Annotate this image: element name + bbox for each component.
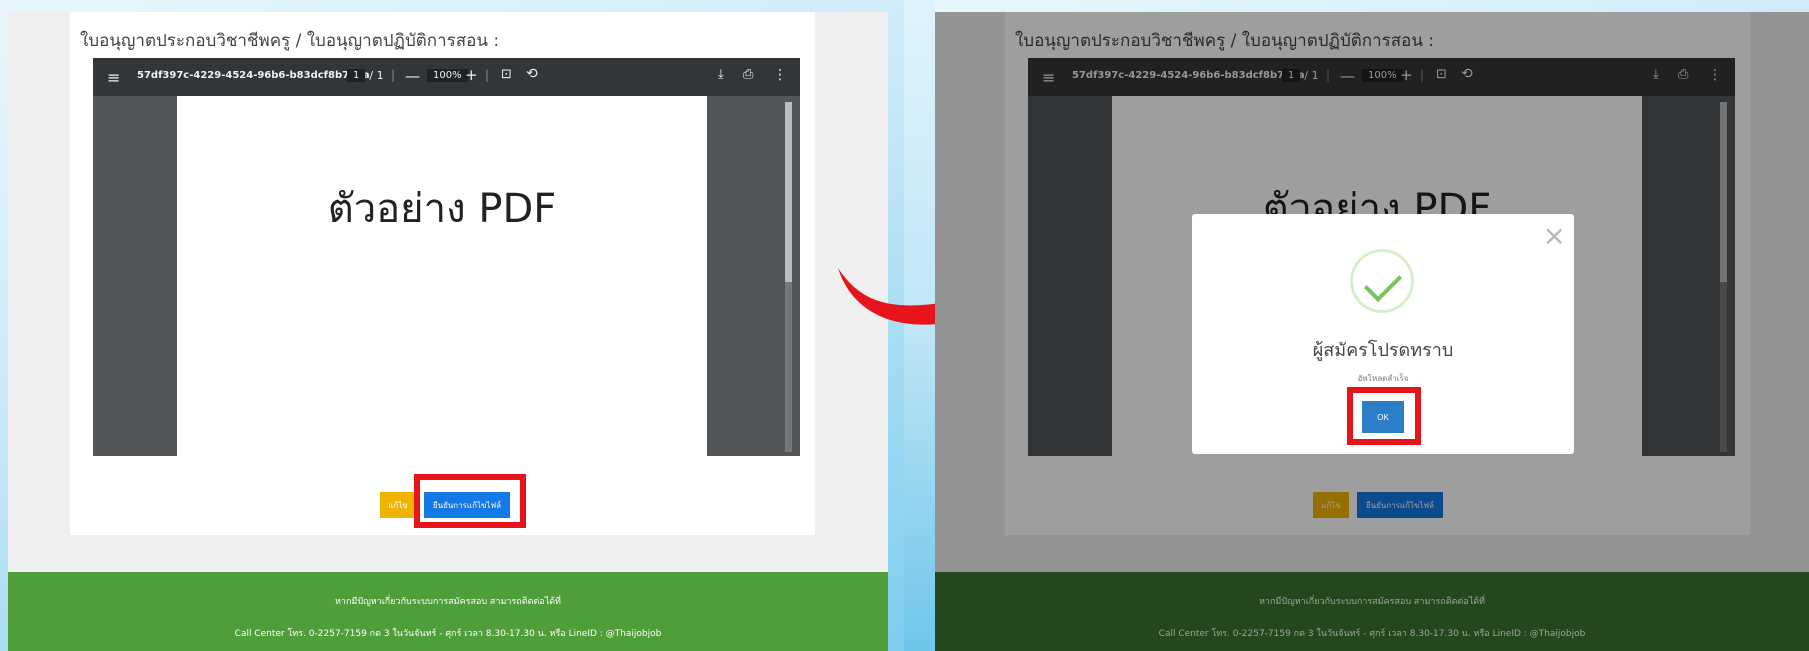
minus-icon[interactable]: — <box>405 67 420 85</box>
page-indicator: 1 / 1 <box>347 69 384 82</box>
viewer-scrollbar[interactable] <box>785 102 792 452</box>
dialog-message: อัพโหลดสำเร็จ <box>1357 374 1409 383</box>
pdf-sample-text: ตัวอย่าง PDF <box>327 186 557 232</box>
close-icon[interactable]: × <box>1543 219 1566 252</box>
pdf-filename: 57df397c-4229-4524-96b6-b83dcf8b72ea <box>137 70 370 81</box>
toolbar-divider: | <box>391 68 396 82</box>
highlight-box <box>1347 387 1421 445</box>
pdf-viewer: ≡ 57df397c-4229-4524-96b6-b83dcf8b72ea 1… <box>93 58 800 456</box>
plus-icon[interactable]: + <box>465 66 478 84</box>
highlight-box <box>414 474 526 528</box>
download-icon[interactable]: ⤓ <box>718 67 724 82</box>
page-input[interactable]: 1 <box>347 69 366 82</box>
more-icon[interactable]: ⋮ <box>773 67 787 83</box>
after-panel: ใบอนุญาตประกอบวิชาชีพครู / ใบอนุญาตปฏิบั… <box>935 0 1809 651</box>
fit-icon[interactable]: ⊡ <box>501 67 512 82</box>
before-panel: ใบอนุญาตประกอบวิชาชีพครู / ใบอนุญาตปฏิบั… <box>0 0 904 651</box>
menu-icon[interactable]: ≡ <box>107 68 120 87</box>
zoom-input[interactable]: 100% <box>427 69 468 82</box>
footer: หากมีปัญหาเกี่ยวกับระบบการสมัครสอบ สามาร… <box>8 572 888 651</box>
pdf-toolbar: ≡ 57df397c-4229-4524-96b6-b83dcf8b72ea 1… <box>93 58 800 96</box>
rotate-icon[interactable]: ⟲ <box>526 66 538 82</box>
check-icon <box>1350 249 1414 313</box>
section-title: ใบอนุญาตประกอบวิชาชีพครู / ใบอนุญาตปฏิบั… <box>80 31 500 51</box>
toolbar-divider: | <box>485 68 490 82</box>
scroll-thumb[interactable] <box>785 102 792 282</box>
dialog-title: ผู้สมัครโปรดทราบ <box>1312 340 1454 361</box>
edit-button[interactable]: แก้ไข <box>380 492 416 518</box>
print-icon[interactable]: ⎙ <box>743 67 753 82</box>
pdf-page: ตัวอย่าง PDF <box>177 96 707 456</box>
footer-help-text: หากมีปัญหาเกี่ยวกับระบบการสมัครสอบ สามาร… <box>335 597 561 607</box>
footer-contact-text: Call Center โทร. 0-2257-7159 กด 3 ในวันจ… <box>234 629 662 639</box>
page-total: / 1 <box>369 69 384 82</box>
success-dialog: × ผู้สมัครโปรดทราบ อัพโหลดสำเร็จ OK <box>1192 214 1574 454</box>
